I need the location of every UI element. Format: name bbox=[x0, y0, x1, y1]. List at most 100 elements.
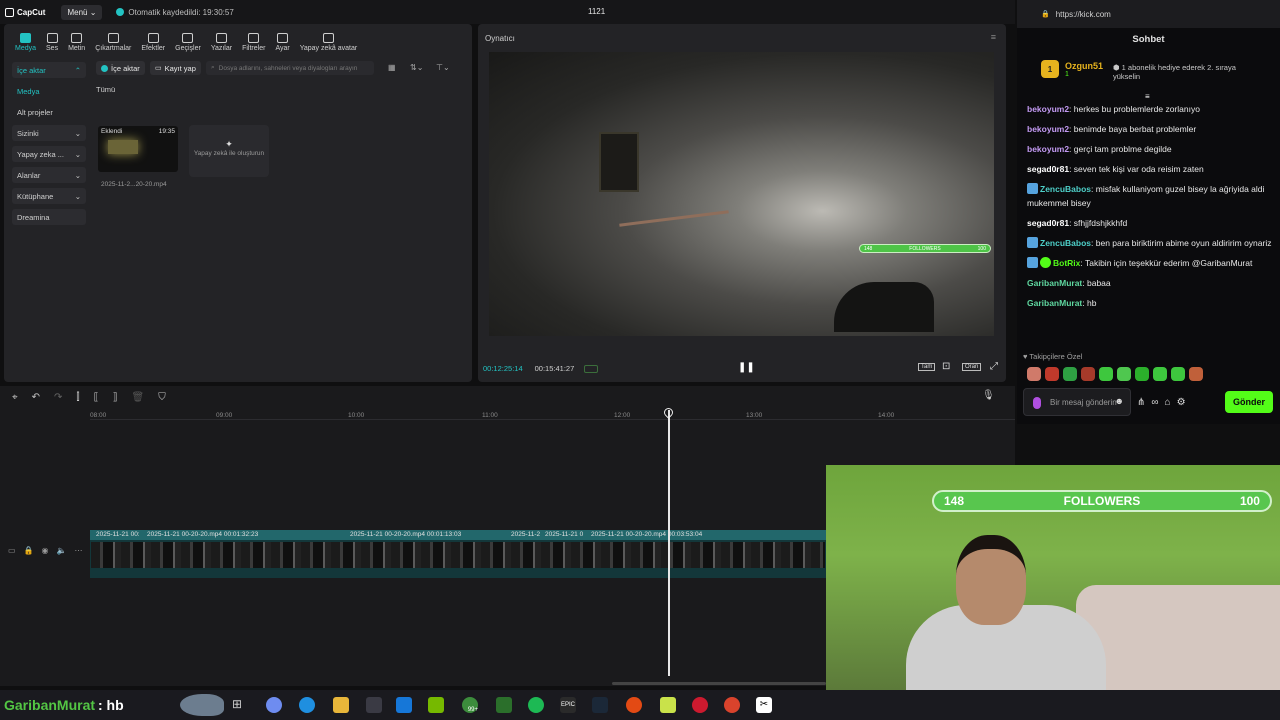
filter-icon[interactable]: ⊤⌄ bbox=[436, 63, 450, 72]
outlook-icon[interactable] bbox=[396, 697, 412, 713]
trim-left-icon[interactable]: ⟦ bbox=[94, 392, 99, 403]
chat-username[interactable]: bekoyum2 bbox=[1027, 144, 1069, 154]
pinned-expand-icon[interactable]: ≡ bbox=[1145, 92, 1150, 101]
timeline-scrollbar[interactable] bbox=[612, 682, 826, 685]
chat-username[interactable]: bekoyum2 bbox=[1027, 124, 1069, 134]
player-menu-icon[interactable]: ≡ bbox=[991, 32, 996, 42]
sidebar-item-0[interactable]: İçe aktar ⌃ bbox=[12, 62, 86, 78]
send-button[interactable]: Gönder bbox=[1224, 391, 1273, 413]
emoji-icon[interactable]: ☻ bbox=[1115, 397, 1124, 406]
browser-url-bar[interactable]: 🔒 https://kick.com bbox=[1017, 0, 1280, 28]
video-preview[interactable]: 148 FOLLOWERS 100 bbox=[489, 52, 994, 336]
chat-username[interactable]: ZencuBabos bbox=[1040, 184, 1091, 194]
spotify-icon[interactable] bbox=[528, 697, 544, 713]
import-button[interactable]: İçe aktar bbox=[96, 61, 145, 75]
capcut-taskbar-icon[interactable]: ✂ bbox=[756, 697, 772, 713]
filter-all-tab[interactable]: Tümü bbox=[96, 85, 115, 94]
trim-right-icon[interactable]: ⟧ bbox=[113, 392, 118, 403]
select-cursor-icon[interactable]: ⌖ bbox=[12, 392, 18, 403]
expand-icon[interactable]: ⤢ bbox=[990, 361, 998, 372]
emote-icon[interactable] bbox=[1117, 367, 1131, 381]
emote-icon[interactable] bbox=[1135, 367, 1149, 381]
redo-icon[interactable]: ↷ bbox=[54, 392, 62, 403]
gift-prompt-text: 1 abonelik hediye ederek 2. sıraya yükse… bbox=[1113, 63, 1236, 81]
top-gifter[interactable]: 1 Ozgun51 1 bbox=[1041, 60, 1103, 78]
sidebar-item-1[interactable]: Medya bbox=[12, 83, 86, 99]
settings-icon[interactable]: ⚙ bbox=[1177, 397, 1186, 408]
tool-effects[interactable]: Efektler bbox=[136, 33, 170, 52]
sidebar-item-2[interactable]: Alt projeler bbox=[12, 104, 86, 120]
nvidia-icon[interactable] bbox=[428, 697, 444, 713]
emote-icon[interactable] bbox=[1045, 367, 1059, 381]
store-app-icon[interactable] bbox=[366, 697, 382, 713]
orange-app-icon[interactable] bbox=[626, 697, 642, 713]
snapshot-icon[interactable]: ⊡ bbox=[942, 361, 950, 372]
chat-username[interactable]: segad0r81 bbox=[1027, 218, 1069, 228]
eye-icon[interactable]: ◉ bbox=[42, 546, 49, 555]
sidebar-item-6[interactable]: Kütüphane ⌄ bbox=[12, 188, 86, 204]
media-clip-thumbnail[interactable]: Eklendi 19:35 bbox=[98, 126, 178, 172]
chat-message-input[interactable]: Bir mesaj gönderin ☻ bbox=[1023, 388, 1131, 416]
emote-icon[interactable] bbox=[1027, 367, 1041, 381]
tool-sticker[interactable]: Çıkartmalar bbox=[90, 33, 136, 52]
store-icon[interactable]: ⌂ bbox=[1165, 397, 1171, 408]
steam-icon[interactable] bbox=[592, 697, 608, 713]
menu-button[interactable]: Menü ⌄ bbox=[61, 4, 103, 20]
infinity-icon[interactable]: ∞ bbox=[1151, 397, 1158, 408]
tool-audio[interactable]: Ses bbox=[41, 33, 63, 52]
chat-username[interactable]: bekoyum2 bbox=[1027, 104, 1069, 114]
media-search-input[interactable]: ⌕ Dosya adlarını, sahneleri veya diyalogl… bbox=[206, 61, 374, 75]
emote-icon[interactable] bbox=[1171, 367, 1185, 381]
emote-icon[interactable] bbox=[1063, 367, 1077, 381]
tool-media[interactable]: Medya bbox=[10, 33, 41, 52]
epic-games-icon[interactable]: EPIC bbox=[560, 697, 576, 713]
sidebar-item-7[interactable]: Dreamina bbox=[12, 209, 86, 225]
tool-captions[interactable]: Yazılar bbox=[206, 33, 237, 52]
undo-icon[interactable]: ↶ bbox=[32, 392, 40, 403]
sidebar-item-3[interactable]: Sizinki ⌄ bbox=[12, 125, 86, 141]
chat-username[interactable]: segad0r81 bbox=[1027, 164, 1069, 174]
share-icon[interactable]: ⋔ bbox=[1137, 397, 1145, 408]
tool-transitions[interactable]: Geçişler bbox=[170, 33, 206, 52]
steam-overlay-icon[interactable] bbox=[496, 697, 512, 713]
tool-ai-avatar[interactable]: Yapay zekâ avatar bbox=[295, 33, 362, 52]
speaker-icon[interactable]: 🔈 bbox=[57, 546, 67, 555]
chat-username[interactable]: GaribanMurat bbox=[1027, 298, 1082, 308]
fullscreen-mode-button[interactable]: Tam bbox=[918, 363, 936, 371]
media-icon bbox=[20, 33, 31, 43]
emote-icon[interactable] bbox=[1099, 367, 1113, 381]
xbox-icon[interactable]: 99+ bbox=[462, 697, 478, 713]
task-view-icon[interactable]: ⊞ bbox=[232, 697, 248, 713]
delete-icon[interactable]: 🗑 bbox=[132, 392, 145, 403]
pause-icon[interactable]: ❚❚ bbox=[738, 362, 755, 373]
emote-icon[interactable] bbox=[1189, 367, 1203, 381]
ratio-button[interactable]: Oran bbox=[962, 363, 982, 371]
edge-icon[interactable] bbox=[299, 697, 315, 713]
tool-adjust[interactable]: Ayar bbox=[270, 33, 294, 52]
b-app-icon[interactable] bbox=[660, 697, 676, 713]
chat-username[interactable]: BotRix bbox=[1053, 258, 1080, 268]
grid-view-icon[interactable]: ▦ bbox=[388, 63, 396, 72]
file-explorer-icon[interactable] bbox=[333, 697, 349, 713]
shield-icon[interactable]: ⛉ bbox=[158, 392, 166, 403]
sidebar-item-5[interactable]: Alanlar ⌄ bbox=[12, 167, 86, 183]
chat-username[interactable]: GaribanMurat bbox=[1027, 278, 1082, 288]
tool-filters[interactable]: Filtreler bbox=[237, 33, 270, 52]
tool-text[interactable]: Metin bbox=[63, 33, 90, 52]
more-icon[interactable]: ⋯ bbox=[74, 546, 82, 555]
red-app-icon[interactable] bbox=[692, 697, 708, 713]
chat-username[interactable]: ZencuBabos bbox=[1040, 238, 1091, 248]
sidebar-item-4[interactable]: Yapay zeka ... ⌄ bbox=[12, 146, 86, 162]
record-button[interactable]: ▭ Kayıt yap bbox=[150, 61, 201, 75]
microphone-icon[interactable]: 🎙 bbox=[982, 390, 995, 401]
lock-icon[interactable]: 🔒 bbox=[24, 546, 34, 555]
emote-icon[interactable] bbox=[1081, 367, 1095, 381]
track-cover-icon[interactable]: ▭ bbox=[8, 546, 16, 555]
sort-icon[interactable]: ⇅⌄ bbox=[410, 63, 423, 72]
ai-create-card[interactable]: ✦ Yapay zekâ ile oluşturun bbox=[189, 125, 269, 177]
copilot-icon[interactable] bbox=[266, 697, 282, 713]
emote-icon[interactable] bbox=[1153, 367, 1167, 381]
playhead[interactable] bbox=[668, 410, 670, 676]
split-icon[interactable]: ⫿ bbox=[76, 392, 79, 403]
obs-icon[interactable] bbox=[724, 697, 740, 713]
